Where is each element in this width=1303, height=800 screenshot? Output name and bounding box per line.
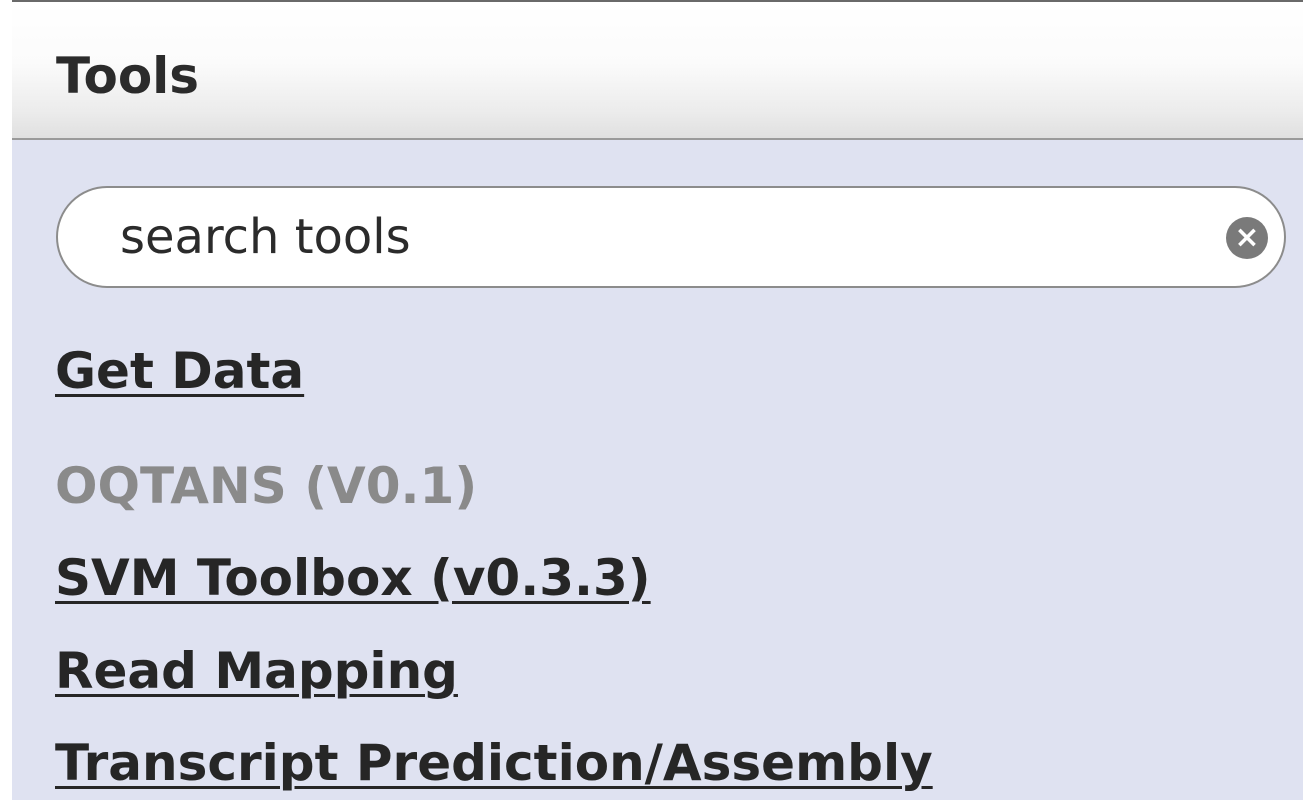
tools-title: Tools bbox=[56, 47, 200, 105]
tool-section-svm-toolbox[interactable]: SVM Toolbox (v0.3.3) bbox=[55, 548, 651, 608]
tool-section-oqtans: OQTANS (V0.1) bbox=[55, 457, 478, 515]
search-box[interactable]: × bbox=[56, 186, 1286, 288]
tools-panel: Tools × Get Data OQTANS (V0.1) SVM Toolb… bbox=[0, 0, 1303, 800]
tool-section-transcript-prediction[interactable]: Transcript Prediction/Assembly bbox=[55, 733, 933, 793]
left-edge bbox=[0, 0, 12, 800]
search-input[interactable] bbox=[120, 202, 1200, 272]
tool-section-read-mapping[interactable]: Read Mapping bbox=[55, 641, 458, 701]
tools-header: Tools bbox=[12, 2, 1303, 140]
clear-icon[interactable]: × bbox=[1226, 217, 1268, 259]
tool-section-get-data[interactable]: Get Data bbox=[55, 341, 304, 401]
